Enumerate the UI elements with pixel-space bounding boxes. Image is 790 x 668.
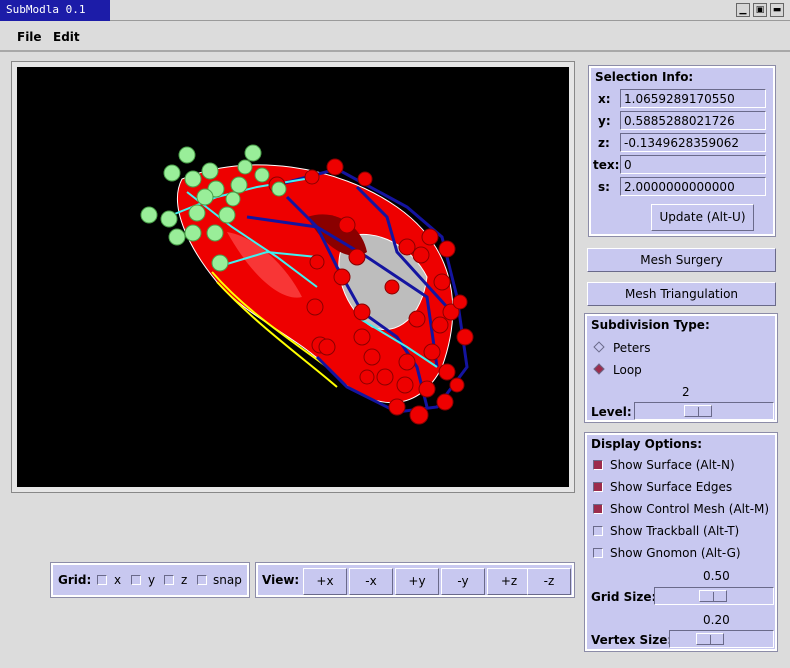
view-plus-y-button[interactable]: +y [395,568,439,595]
mesh-surgery-button[interactable]: Mesh Surgery [587,248,776,272]
grid-option-label: x [114,573,122,587]
tex-label: tex: [593,158,620,172]
grid-size-slider-thumb[interactable] [699,590,727,602]
subdivision-panel: Subdivision Type: Peters Loop 2 Level: [584,313,778,423]
view-minus-z-button[interactable]: -z [527,568,571,595]
checkbox[interactable] [197,575,207,585]
checkbox[interactable] [593,526,603,536]
checkbox[interactable] [593,504,603,514]
radio-loop-label: Loop [613,363,642,377]
radio-loop[interactable]: Loop [593,363,743,381]
model-render [140,144,474,425]
checkbox[interactable] [164,575,174,585]
maximize-button[interactable]: ▣ [753,3,767,17]
tex-field[interactable]: 0 [620,155,766,174]
vertex-size-slider[interactable] [669,630,774,648]
grid-option-label: snap [213,573,242,587]
display-options-panel: Display Options: Show Surface (Alt-N) Sh… [584,432,778,652]
menu-edit[interactable]: Edit [53,30,80,44]
grid-panel: Grid: x y z snap [50,562,250,598]
radio-diamond-icon [593,341,605,353]
view-minus-x-button[interactable]: -x [349,568,393,595]
mesh-triangulation-button[interactable]: Mesh Triangulation [587,282,776,306]
selection-info-heading: Selection Info: [595,70,694,84]
s-label: s: [598,180,610,194]
z-field[interactable]: -0.1349628359062 [620,133,766,152]
grid-y-toggle[interactable]: y [131,573,159,589]
grid-size-slider[interactable] [654,587,774,605]
view-label: View: [262,573,300,587]
y-label: y: [598,114,611,128]
update-button[interactable]: Update (Alt-U) [651,204,754,231]
checkbox[interactable] [97,575,107,585]
x-field[interactable]: 1.0659289170550 [620,89,766,108]
checkbox[interactable] [593,548,603,558]
z-label: z: [598,136,610,150]
grid-size-label: Grid Size: [591,590,657,604]
view-panel: View: +x -x +y -y +z -z [255,562,575,598]
menu-bar: File Edit [0,22,790,52]
option-label: Show Surface (Alt-N) [610,458,735,472]
vertex-size-label: Vertex Size: [591,633,673,647]
option-label: Show Gnomon (Alt-G) [610,546,741,560]
view-plus-z-button[interactable]: +z [487,568,531,595]
option-show-surface[interactable]: Show Surface (Alt-N) [593,458,773,476]
grid-size-value: 0.50 [703,569,730,583]
close-icon: ▬ [772,4,782,15]
level-label: Level: [591,405,632,419]
minimize-button[interactable]: ▁ [736,3,750,17]
close-button[interactable]: ▬ [770,3,784,17]
checkbox[interactable] [593,482,603,492]
grid-x-toggle[interactable]: x [97,573,125,589]
radio-diamond-selected-icon [593,363,605,375]
grid-option-label: z [181,573,188,587]
grid-label: Grid: [58,573,92,587]
selection-info-panel: Selection Info: x: 1.0659289170550 y: 0.… [588,65,776,237]
level-value: 2 [682,385,690,399]
subdivision-heading: Subdivision Type: [591,318,710,332]
checkbox[interactable] [593,460,603,470]
window-title: SubModla 0.1 [6,3,86,16]
grid-option-label: y [148,573,156,587]
grid-z-toggle[interactable]: z [164,573,192,589]
option-label: Show Trackball (Alt-T) [610,524,740,538]
option-show-gnomon[interactable]: Show Gnomon (Alt-G) [593,546,773,564]
level-slider-thumb[interactable] [684,405,712,417]
s-field[interactable]: 2.0000000000000 [620,177,766,196]
viewport-3d[interactable] [17,67,569,487]
maximize-icon: ▣ [755,4,765,15]
window-title-bar[interactable]: SubModla 0.1 ▁ ▣ ▬ [0,0,790,21]
display-options-heading: Display Options: [591,437,703,451]
y-field[interactable]: 0.5885288021726 [620,111,766,130]
view-plus-x-button[interactable]: +x [303,568,347,595]
option-show-trackball[interactable]: Show Trackball (Alt-T) [593,524,773,542]
level-slider[interactable] [634,402,774,420]
x-label: x: [598,92,611,106]
option-label: Show Surface Edges [610,480,733,494]
vertex-size-value: 0.20 [703,613,730,627]
option-label: Show Control Mesh (Alt-M) [610,502,770,516]
option-show-surface-edges[interactable]: Show Surface Edges [593,480,773,498]
viewport-frame [11,61,575,493]
option-show-control-mesh[interactable]: Show Control Mesh (Alt-M) [593,502,773,520]
radio-peters[interactable]: Peters [593,341,743,359]
radio-peters-label: Peters [613,341,651,355]
vertex-size-slider-thumb[interactable] [696,633,724,645]
minimize-icon: ▁ [739,4,747,15]
checkbox[interactable] [131,575,141,585]
grid-snap-toggle[interactable]: snap [197,573,247,589]
menu-file[interactable]: File [17,30,42,44]
view-minus-y-button[interactable]: -y [441,568,485,595]
